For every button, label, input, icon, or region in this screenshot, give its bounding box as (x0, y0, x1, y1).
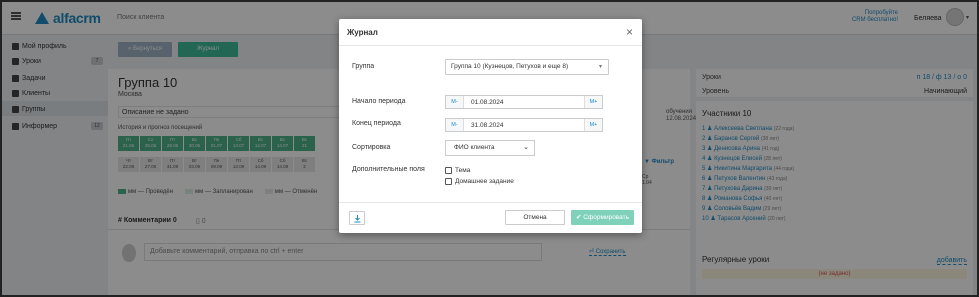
start-month-plus-button[interactable]: М+ (584, 96, 602, 108)
extra-fields-label: Дополнительные поля (352, 166, 425, 173)
end-date-input[interactable]: 31.08.2024 (464, 122, 584, 129)
group-select-value: Группа 10 (Кузнецов, Петухов и еще 8) (451, 63, 569, 70)
modal-footer: Отмена ✔ Сформировать (339, 202, 642, 233)
topic-checkbox-label[interactable]: Тема (455, 167, 470, 174)
chevron-down-icon: ▾ (598, 64, 602, 70)
start-date-input[interactable]: 01.08.2024 (464, 99, 584, 106)
app-window: alfacrm Поиск клиента Попробуйте CRM бес… (0, 0, 979, 297)
journal-modal: Журнал × Группа Группа 10 (Кузнецов, Пет… (339, 19, 642, 233)
start-month-minus-button[interactable]: М- (446, 96, 464, 108)
chevron-down-icon: ⌄ (523, 144, 529, 151)
download-button[interactable] (349, 211, 365, 225)
end-month-plus-button[interactable]: М+ (584, 119, 602, 131)
start-period-field: М- 01.08.2024 М+ (445, 95, 603, 109)
cancel-button[interactable]: Отмена (505, 210, 565, 225)
modal-header: Журнал × (339, 19, 642, 46)
homework-checkbox-label[interactable]: Домашнее задание (455, 178, 514, 185)
end-month-minus-button[interactable]: М- (446, 119, 464, 131)
end-period-label: Конец периода (352, 120, 401, 127)
topic-checkbox[interactable] (445, 167, 452, 174)
sort-select-value: ФИО клиента (454, 144, 495, 151)
close-icon[interactable]: × (626, 26, 633, 38)
generate-button[interactable]: ✔ Сформировать (571, 210, 634, 225)
end-period-field: М- 31.08.2024 М+ (445, 118, 603, 132)
download-icon (354, 215, 361, 223)
sort-select[interactable]: ФИО клиента ⌄ (445, 140, 535, 156)
homework-checkbox-row[interactable]: Домашнее задание (445, 178, 514, 185)
sort-label: Сортировка (352, 144, 391, 151)
group-select[interactable]: Группа 10 (Кузнецов, Петухов и еще 8) ▾ (445, 59, 609, 75)
group-field-label: Группа (352, 63, 375, 70)
modal-title: Журнал (347, 28, 378, 37)
homework-checkbox[interactable] (445, 178, 452, 185)
start-period-label: Начало периода (352, 98, 406, 105)
topic-checkbox-row[interactable]: Тема (445, 167, 470, 174)
